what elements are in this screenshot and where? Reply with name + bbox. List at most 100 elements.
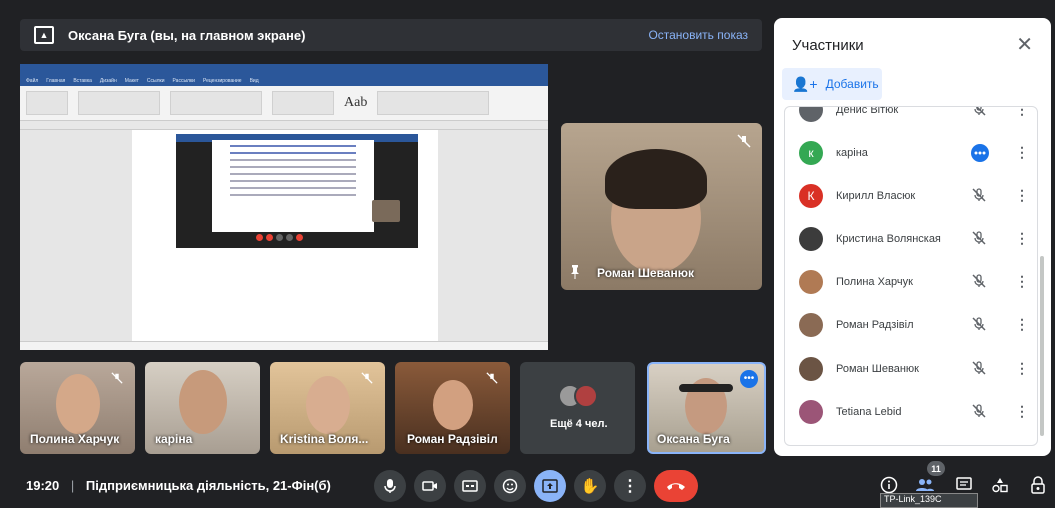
participant-glasses: [679, 384, 733, 392]
participant-row[interactable]: Tetiana Lebid ⋮: [785, 390, 1037, 433]
hand-icon: ✋: [580, 478, 600, 495]
shapes-icon: [992, 478, 1008, 493]
participant-tile[interactable]: Полина Харчук: [20, 362, 135, 454]
avatar: [799, 269, 823, 294]
participant-name: Денис Вітюк: [836, 106, 899, 116]
mic-off-icon[interactable]: [971, 187, 987, 203]
ribbon-more-styles: [377, 91, 490, 115]
audio-level-icon[interactable]: [971, 144, 989, 162]
more-vert-icon[interactable]: ⋮: [1015, 143, 1029, 161]
participant-row[interactable]: Роман Шеванюк ⋮: [785, 347, 1037, 390]
more-vert-icon[interactable]: ⋮: [1015, 402, 1029, 420]
more-participants-tile[interactable]: Ещё 4 чел.: [520, 362, 635, 454]
participant-name: Оксана Буга: [657, 432, 730, 446]
word-tab: Вид: [249, 78, 259, 84]
camera-icon: [422, 481, 437, 491]
participant-tile[interactable]: каріна: [145, 362, 260, 454]
participant-name: Tetiana Lebid: [836, 405, 902, 418]
participant-row[interactable]: К Кирилл Власюк ⋮: [785, 174, 1037, 217]
more-vert-icon[interactable]: ⋮: [1015, 272, 1029, 290]
mic-off-icon[interactable]: [971, 360, 987, 376]
nested-screen-capture: [176, 134, 418, 248]
word-ruler: [20, 121, 548, 130]
avatar: [799, 356, 823, 381]
word-workspace: [20, 130, 548, 342]
mic-off-icon[interactable]: [971, 316, 987, 332]
pin-icon: [569, 265, 581, 279]
mic-icon: [384, 479, 396, 493]
mic-off-icon[interactable]: [971, 230, 987, 246]
people-icon: [916, 479, 934, 491]
word-ribbon-tabs: Файл Главная Вставка Дизайн Макет Ссылки…: [20, 76, 548, 86]
word-tab: Дизайн: [99, 78, 117, 84]
more-vert-icon[interactable]: ⋮: [1015, 186, 1029, 204]
add-people-button[interactable]: 👤+ Добавить: [782, 68, 882, 100]
self-view-tile[interactable]: ••• Оксана Буга: [647, 362, 766, 454]
more-vert-icon[interactable]: ⋮: [1015, 359, 1029, 377]
reactions-button[interactable]: [494, 470, 526, 502]
word-status-bar: [20, 341, 548, 350]
participant-tile[interactable]: Роман Радзівіл: [395, 362, 510, 454]
pinned-participant-name: Роман Шеванюк: [597, 266, 694, 280]
scrollbar[interactable]: [1040, 256, 1044, 436]
participant-row[interactable]: Полина Харчук ⋮: [785, 260, 1037, 303]
ribbon-paragraph-group: [170, 91, 262, 115]
mic-off-icon[interactable]: [971, 403, 987, 419]
participant-name: каріна: [155, 432, 193, 446]
participant-video: [56, 374, 100, 434]
ribbon-styles-group: [272, 91, 334, 115]
presentation-banner: ▲ Оксана Буга (вы, на главном экране) Ос…: [20, 19, 762, 51]
raise-hand-button[interactable]: ✋: [574, 470, 606, 502]
avatar: [799, 226, 823, 251]
meeting-title: Підприємницька діяльність, 21-Фін(б): [85, 478, 331, 493]
nested-document: [212, 140, 374, 232]
participant-row[interactable]: к каріна ⋮: [785, 131, 1037, 174]
separator: |: [70, 478, 75, 493]
audio-level-icon: •••: [740, 370, 758, 388]
leave-call-button[interactable]: [654, 470, 698, 502]
nested-self-view: [372, 200, 400, 222]
ribbon-style-sample: Aab: [344, 95, 368, 110]
mic-button[interactable]: [374, 470, 406, 502]
present-button[interactable]: [534, 470, 566, 502]
wifi-tooltip: TP-Link_139C: [880, 493, 978, 508]
activities-button[interactable]: [989, 474, 1011, 496]
chat-icon: [956, 477, 972, 490]
participant-count-badge: 11: [927, 461, 945, 476]
stop-presenting-button[interactable]: Остановить показ: [648, 28, 748, 42]
host-controls-button[interactable]: [1027, 474, 1049, 496]
mic-off-icon[interactable]: [971, 273, 987, 289]
pinned-participant-tile[interactable]: Роман Шеванюк: [561, 123, 762, 290]
word-tab: Вставка: [73, 78, 92, 84]
word-tab: Файл: [26, 78, 39, 84]
word-ribbon: Aab: [20, 86, 548, 121]
lock-person-icon: [1031, 476, 1045, 494]
close-panel-button[interactable]: ✕: [1016, 32, 1033, 57]
more-options-button[interactable]: ⋮: [614, 470, 646, 502]
add-person-icon: 👤+: [792, 75, 818, 92]
more-vert-icon[interactable]: ⋮: [1015, 107, 1029, 118]
avatar: к: [799, 140, 823, 165]
captions-button[interactable]: [454, 470, 486, 502]
word-tab: Рецензирование: [202, 78, 242, 84]
participant-hair: [605, 149, 707, 209]
mic-off-icon: [484, 370, 500, 386]
word-tab: Макет: [124, 78, 139, 84]
more-vert-icon[interactable]: ⋮: [1015, 229, 1029, 247]
participant-row[interactable]: Роман Радзівіл ⋮: [785, 303, 1037, 346]
participant-tile[interactable]: Kristina Воля...: [270, 362, 385, 454]
mic-off-icon: [109, 370, 125, 386]
more-vert-icon[interactable]: ⋮: [1015, 315, 1029, 333]
mic-off-icon[interactable]: [971, 107, 987, 117]
more-participants-label: Ещё 4 чел.: [550, 418, 608, 430]
shared-screen: Файл Главная Вставка Дизайн Макет Ссылки…: [20, 64, 548, 350]
participant-row[interactable]: Денис Вітюк ⋮: [785, 106, 1037, 131]
camera-button[interactable]: [414, 470, 446, 502]
word-title-bar: [20, 64, 548, 76]
participant-name: Роман Радзівіл: [407, 432, 498, 446]
word-tab: Рассылки: [172, 78, 195, 84]
closed-captions-icon: [462, 480, 478, 492]
participant-video: [306, 376, 350, 434]
participant-row[interactable]: Кристина Волянская ⋮: [785, 217, 1037, 260]
emoji-icon: [502, 478, 518, 494]
